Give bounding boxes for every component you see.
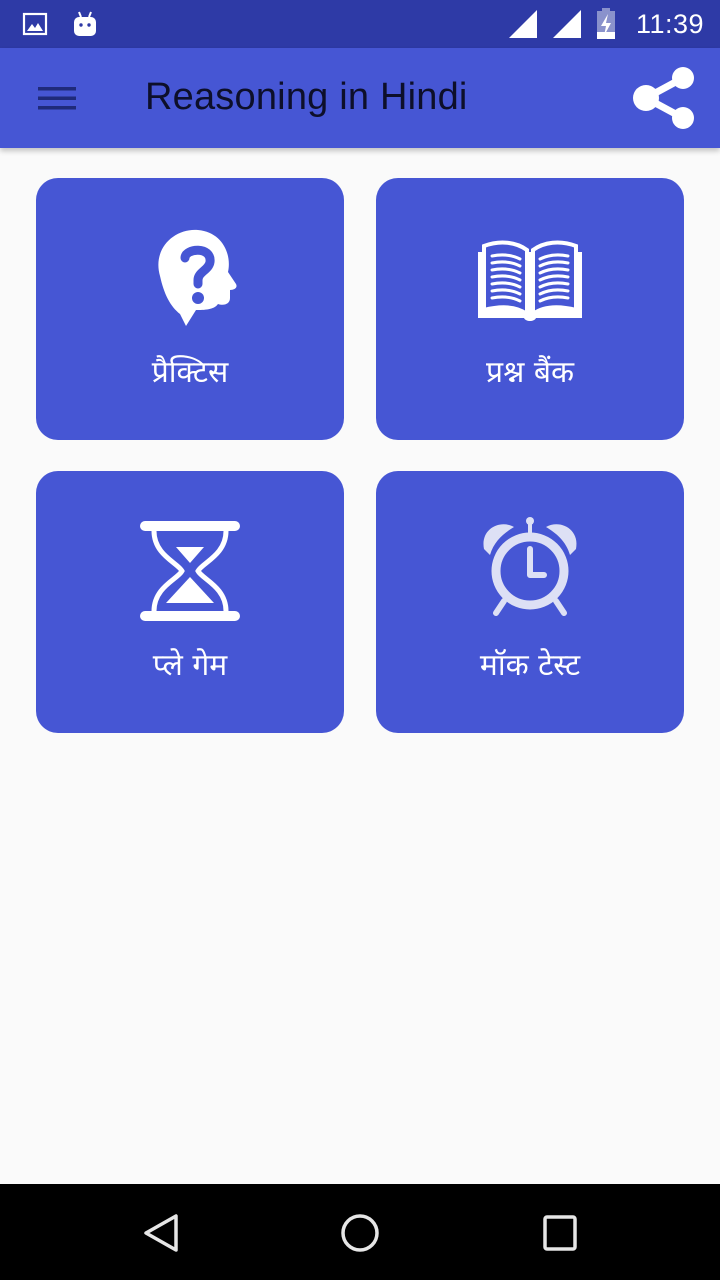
tile-label: प्ले गेम <box>152 648 228 683</box>
app-bar: Reasoning in Hindi <box>0 48 720 148</box>
menu-button[interactable] <box>28 74 84 122</box>
tile-label: मॉक टेस्ट <box>479 648 581 683</box>
status-time: 11:39 <box>635 8 704 39</box>
nav-recents-button[interactable] <box>530 1208 590 1258</box>
back-icon <box>144 1214 178 1252</box>
open-book-icon <box>478 240 582 321</box>
tile-question-bank[interactable]: प्रश्न बैंक <box>376 178 684 440</box>
share-button[interactable] <box>626 62 702 134</box>
battery-charging-icon <box>596 8 615 39</box>
status-notifications <box>22 10 98 38</box>
tile-play-game[interactable]: प्ले गेम <box>36 471 344 733</box>
status-indicators: 11:39 <box>508 6 704 42</box>
system-nav-bar <box>0 1184 720 1280</box>
home-icon <box>341 1214 379 1252</box>
tile-label: प्रैक्टिस <box>151 355 229 390</box>
tile-mock-test[interactable]: मॉक टेस्ट <box>376 471 684 733</box>
status-bar: 11:39 <box>0 0 720 48</box>
signal-icon <box>508 10 537 38</box>
alarm-clock-icon <box>483 517 577 616</box>
signal-icon <box>552 10 581 38</box>
head-question-icon <box>158 229 237 326</box>
hamburger-menu-icon <box>38 87 76 110</box>
share-icon <box>633 67 694 129</box>
nav-back-button[interactable] <box>130 1208 190 1258</box>
app-title: Reasoning in Hindi <box>145 76 468 118</box>
recents-icon <box>543 1215 577 1251</box>
tile-practice[interactable]: प्रैक्टिस <box>36 178 344 440</box>
hourglass-icon <box>140 521 240 621</box>
tile-label: प्रश्न बैंक <box>486 355 574 390</box>
nav-home-button[interactable] <box>330 1208 390 1258</box>
image-notification-icon <box>22 12 48 36</box>
android-notification-icon <box>74 11 96 36</box>
